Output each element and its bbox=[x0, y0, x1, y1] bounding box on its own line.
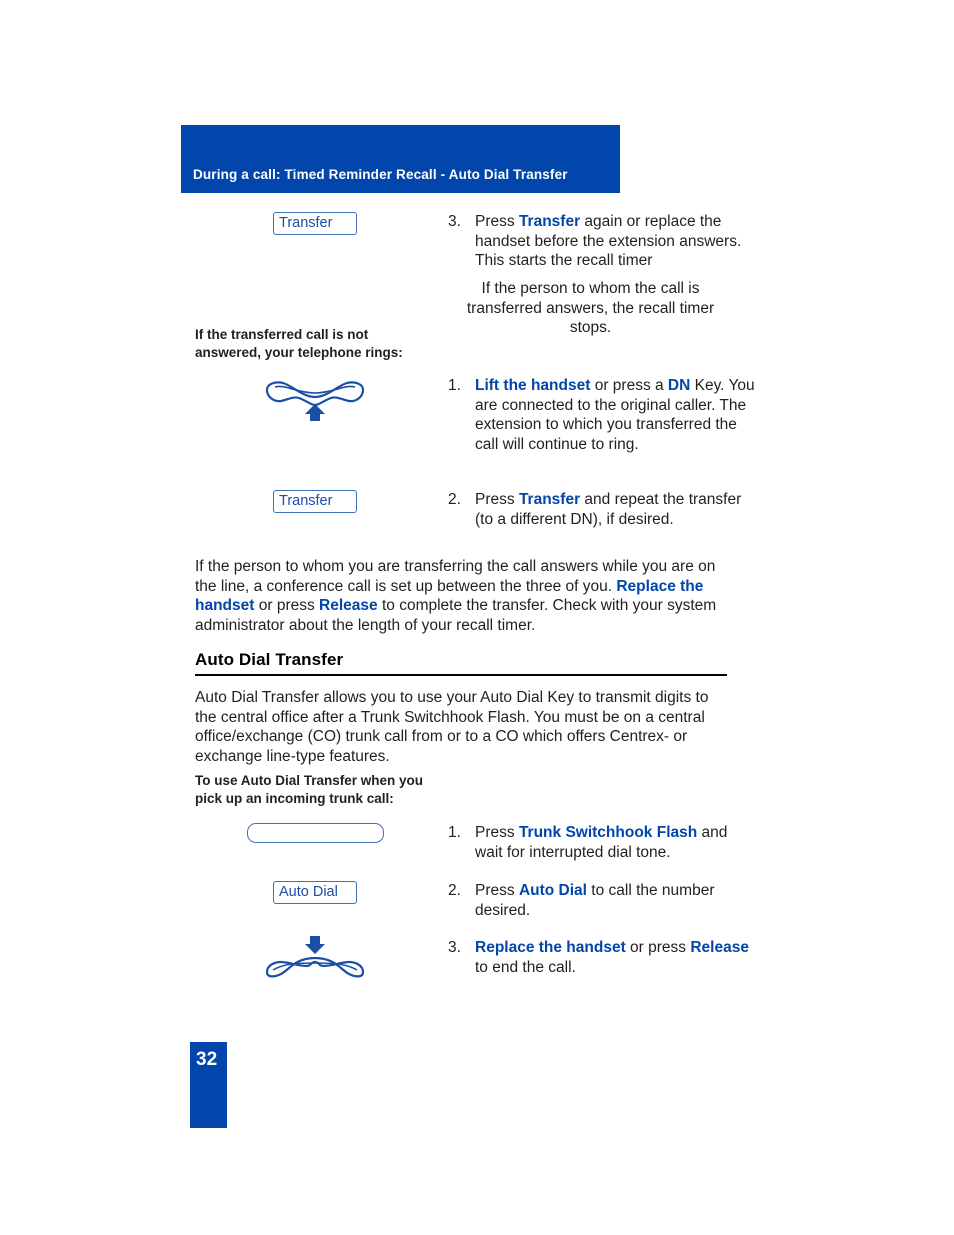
step-number: 3. bbox=[448, 213, 461, 230]
handset-down-arrow-icon bbox=[265, 936, 365, 978]
step-number: 1. bbox=[448, 824, 461, 841]
keyword-trunk-switchhook-flash: Trunk Switchhook Flash bbox=[518, 824, 698, 841]
keyword-transfer: Transfer bbox=[518, 213, 581, 230]
step-number: 3. bbox=[448, 939, 461, 956]
keyword-replace-handset: Replace the handset bbox=[475, 939, 626, 956]
transfer-key-button[interactable]: Transfer bbox=[273, 212, 357, 235]
keyword-lift-handset: Lift the handset bbox=[475, 377, 591, 394]
page-number-tab: 32 bbox=[190, 1042, 227, 1128]
step-text: Press Transfer again or replace the hand… bbox=[475, 212, 755, 271]
section-heading-auto-dial-transfer: Auto Dial Transfer bbox=[195, 650, 727, 676]
paragraph-conference-call: If the person to whom you are transferri… bbox=[195, 557, 733, 635]
step-visual-transfer-key: Transfer bbox=[195, 490, 435, 513]
step-visual-transfer-key: Transfer bbox=[195, 212, 435, 235]
step-text-before: Press bbox=[475, 213, 519, 230]
section-heading-rule bbox=[195, 674, 727, 676]
document-page: During a call: Timed Reminder Recall - A… bbox=[0, 0, 954, 1235]
step-text-before: Press bbox=[475, 882, 519, 899]
step-text-mid: or press bbox=[625, 939, 691, 956]
step-row-lift-handset: 1. Lift the handset or press a DN Key. Y… bbox=[195, 376, 755, 486]
step-text-before: Press bbox=[475, 824, 519, 841]
keyword-release: Release bbox=[319, 597, 378, 614]
trunk-switchhook-flash-key-button[interactable] bbox=[246, 823, 384, 843]
step-text: Press Transfer and repeat the transfer (… bbox=[475, 490, 755, 529]
step-text-mid: or press a bbox=[590, 377, 668, 394]
paragraph-auto-dial-intro: Auto Dial Transfer allows you to use you… bbox=[195, 689, 709, 765]
step-row-trunk-switchhook-flash: 1. Press Trunk Switchhook Flash and wait… bbox=[195, 823, 755, 873]
step-visual-auto-dial-key: Auto Dial bbox=[195, 881, 435, 904]
caption-call-not-answered: If the transferred call is not answered,… bbox=[195, 327, 403, 360]
step-text: Press Trunk Switchhook Flash and wait fo… bbox=[475, 823, 755, 862]
step-visual-replace-handset bbox=[195, 932, 435, 978]
step-text: Lift the handset or press a DN Key. You … bbox=[475, 376, 755, 454]
recall-timer-note: If the person to whom the call is transf… bbox=[466, 280, 715, 336]
step-text-after: to end the call. bbox=[475, 958, 576, 976]
step-visual-lift-handset bbox=[195, 378, 435, 422]
keyword-transfer: Transfer bbox=[518, 491, 581, 508]
step-number: 1. bbox=[448, 377, 461, 394]
step-text-before: Press bbox=[475, 491, 519, 508]
step-visual-blank-key bbox=[195, 823, 435, 848]
document-content: Transfer 3. Press Transfer again or repl… bbox=[0, 0, 954, 1235]
step-text: Press Auto Dial to call the number desir… bbox=[475, 881, 755, 920]
section-heading-title: Auto Dial Transfer bbox=[195, 650, 344, 669]
transfer-key-button[interactable]: Transfer bbox=[273, 490, 357, 513]
keyword-release: Release bbox=[690, 939, 749, 956]
step-text: Replace the handset or press Release to … bbox=[475, 938, 755, 977]
keyword-dn: DN bbox=[667, 377, 691, 394]
paragraph-part-2: or press bbox=[254, 597, 320, 614]
step-row-replace-handset: 3. Replace the handset or press Release … bbox=[195, 932, 755, 992]
step-number: 2. bbox=[448, 882, 461, 899]
keyword-auto-dial: Auto Dial bbox=[518, 882, 587, 899]
page-number: 32 bbox=[196, 1049, 218, 1070]
step-number: 2. bbox=[448, 491, 461, 508]
step-row-auto-dial: Auto Dial 2. Press Auto Dial to call the… bbox=[195, 881, 755, 931]
auto-dial-key-button[interactable]: Auto Dial bbox=[273, 881, 357, 904]
handset-up-arrow-icon bbox=[265, 381, 365, 421]
caption-to-use-auto-dial: To use Auto Dial Transfer when you pick … bbox=[195, 773, 424, 806]
step-row-repeat-transfer: Transfer 2. Press Transfer and repeat th… bbox=[195, 490, 755, 540]
